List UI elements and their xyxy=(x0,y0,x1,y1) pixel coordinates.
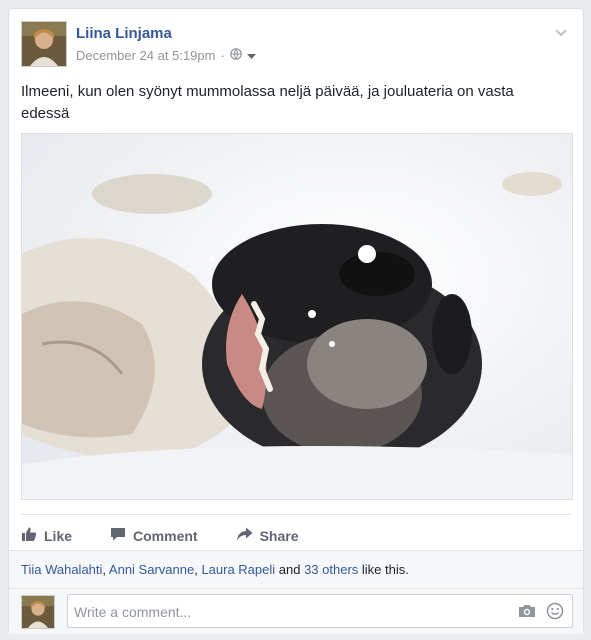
globe-icon[interactable] xyxy=(230,48,242,63)
share-button[interactable]: Share xyxy=(236,526,299,545)
like-label: Like xyxy=(44,527,73,544)
post-actions: Like Comment Share xyxy=(21,514,571,552)
likes-summary: Tiia Wahalahti, Anni Sarvanne, Laura Rap… xyxy=(9,550,583,588)
post-card: Liina Linjama December 24 at 5:19pm · Il… xyxy=(8,8,584,634)
emoji-icon[interactable] xyxy=(546,602,564,625)
author-name[interactable]: Liina Linjama xyxy=(76,25,172,42)
commenter-avatar[interactable] xyxy=(21,595,55,629)
comment-placeholder: Write a comment... xyxy=(74,604,192,620)
comment-input[interactable]: Write a comment... xyxy=(67,594,573,628)
post-meta: December 24 at 5:19pm · xyxy=(76,48,256,63)
comment-button[interactable]: Comment xyxy=(110,526,198,545)
post-timestamp[interactable]: December 24 at 5:19pm xyxy=(76,48,215,63)
camera-icon[interactable] xyxy=(518,603,536,624)
dog-in-snow-photo xyxy=(22,134,572,499)
post-photo[interactable] xyxy=(21,133,573,500)
likes-and-text: and xyxy=(275,562,305,577)
share-label: Share xyxy=(259,527,299,544)
comment-label: Comment xyxy=(133,527,198,544)
comment-bubble-icon xyxy=(110,526,126,545)
comment-composer: Write a comment... xyxy=(9,588,583,634)
chevron-down-icon[interactable] xyxy=(551,23,571,43)
like-button[interactable]: Like xyxy=(21,526,72,545)
likes-suffix: like this. xyxy=(358,562,409,577)
post-header: Liina Linjama December 24 at 5:19pm · xyxy=(21,21,571,69)
liker-link[interactable]: Laura Rapeli xyxy=(201,562,275,577)
share-arrow-icon xyxy=(236,526,253,545)
privacy-dropdown-icon[interactable] xyxy=(246,48,256,63)
post-text: Ilmeeni, kun olen syönyt mummolassa nelj… xyxy=(21,83,514,122)
meta-separator: · xyxy=(220,48,225,63)
liker-link[interactable]: Tiia Wahalahti xyxy=(21,562,102,577)
others-link[interactable]: 33 others xyxy=(304,562,358,577)
liker-link[interactable]: Anni Sarvanne xyxy=(109,562,194,577)
thumbs-up-icon xyxy=(21,526,37,545)
author-avatar[interactable] xyxy=(21,21,67,67)
